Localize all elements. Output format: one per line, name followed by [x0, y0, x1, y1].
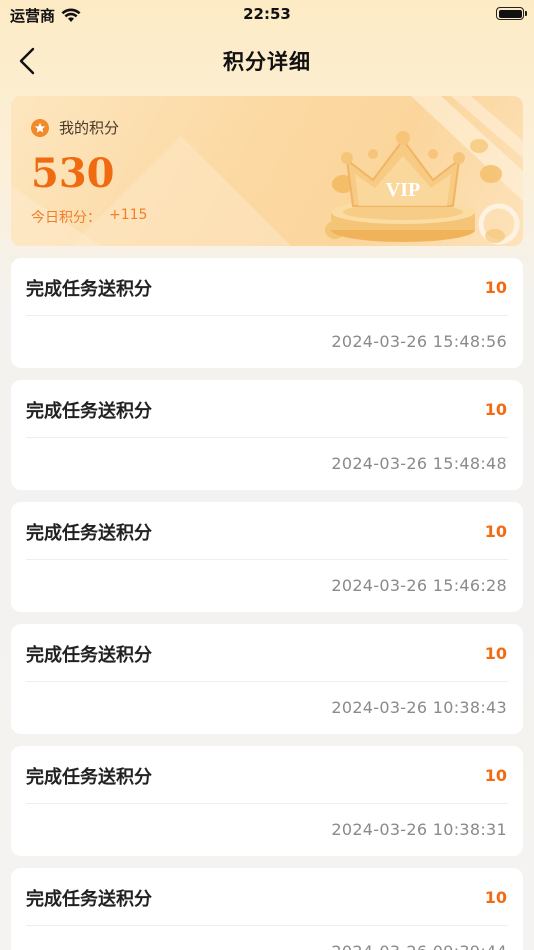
today-points-value: +115	[109, 207, 148, 223]
list-item[interactable]: 完成任务送积分 10 2024-03-26 15:48:56	[11, 258, 523, 368]
record-points: 10	[484, 644, 507, 663]
points-label: 我的积分	[59, 119, 120, 137]
status-bar: 运营商 22:53	[0, 0, 534, 28]
divider	[26, 437, 508, 438]
points-total: 530	[31, 150, 115, 197]
record-points: 10	[484, 522, 507, 541]
status-time: 22:53	[243, 5, 291, 23]
record-time: 2024-03-26 10:38:43	[331, 698, 507, 717]
today-points-row: 今日积分： +115	[31, 207, 147, 227]
divider	[26, 559, 508, 560]
points-summary-card: 我的积分 530 今日积分： +115 VIP	[11, 96, 523, 246]
record-title: 完成任务送积分	[26, 889, 152, 910]
record-points: 10	[484, 400, 507, 419]
points-label-row: 我的积分	[31, 117, 119, 138]
battery-level	[498, 9, 522, 18]
battery-icon	[496, 7, 527, 20]
page-title: 积分详细	[223, 50, 311, 74]
record-points: 10	[484, 766, 507, 785]
record-time: 2024-03-26 10:38:31	[331, 820, 507, 839]
star-badge-icon	[31, 118, 49, 137]
record-title: 完成任务送积分	[26, 767, 152, 788]
record-time: 2024-03-26 09:39:44	[331, 942, 507, 950]
divider	[26, 681, 508, 682]
divider	[26, 925, 508, 926]
record-time: 2024-03-26 15:46:28	[331, 576, 507, 595]
list-item[interactable]: 完成任务送积分 10 2024-03-26 09:39:44	[11, 868, 523, 950]
vip-text: VIP	[386, 179, 420, 201]
today-points-label: 今日积分：	[31, 210, 101, 226]
record-points: 10	[484, 888, 507, 907]
list-item[interactable]: 完成任务送积分 10 2024-03-26 15:48:48	[11, 380, 523, 490]
divider	[26, 315, 508, 316]
nav-bar: 积分详细	[0, 36, 534, 86]
record-title: 完成任务送积分	[26, 401, 152, 422]
record-title: 完成任务送积分	[26, 645, 152, 666]
list-item[interactable]: 完成任务送积分 10 2024-03-26 10:38:43	[11, 624, 523, 734]
list-item[interactable]: 完成任务送积分 10 2024-03-26 10:38:31	[11, 746, 523, 856]
vip-crown-icon: VIP	[325, 131, 520, 245]
record-title: 完成任务送积分	[26, 279, 152, 300]
record-time: 2024-03-26 15:48:56	[331, 332, 507, 351]
record-title: 完成任务送积分	[26, 523, 152, 544]
record-points: 10	[484, 278, 507, 297]
record-time: 2024-03-26 15:48:48	[331, 454, 507, 473]
list-item[interactable]: 完成任务送积分 10 2024-03-26 15:46:28	[11, 502, 523, 612]
divider	[26, 803, 508, 804]
